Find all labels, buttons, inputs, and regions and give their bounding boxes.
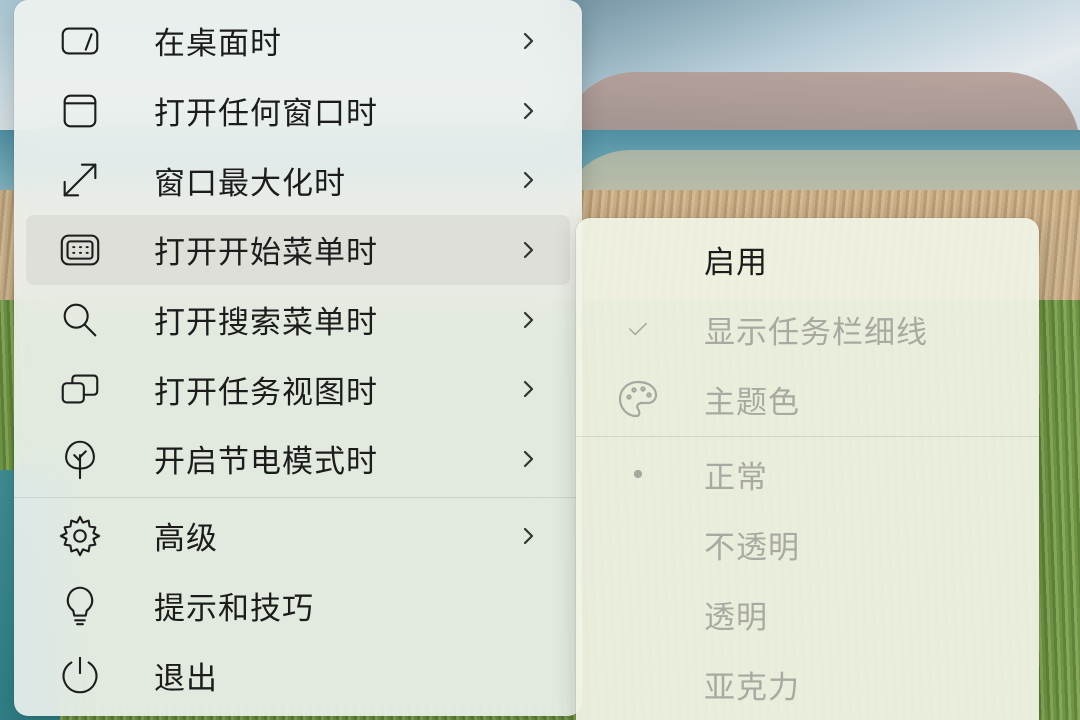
chevron-right-icon: [518, 310, 538, 330]
submenu-item-label: 亚克力: [704, 669, 800, 706]
menu-item-start-menu[interactable]: 打开开始菜单时: [26, 215, 570, 285]
menu-item-label: 在桌面时: [154, 26, 282, 63]
menu-item-label: 高级: [154, 521, 218, 558]
submenu-item-enable[interactable]: 启用: [576, 224, 1039, 294]
menu-item-label: 提示和技巧: [154, 590, 314, 627]
menu-item-label: 打开搜索菜单时: [154, 305, 378, 342]
submenu-item-label: 不透明: [704, 529, 800, 566]
context-menu: 在桌面时 打开任何窗口时 窗口最大化时 打开开始菜单时 打开搜索菜单时 打开任务…: [14, 0, 582, 716]
palette-icon: [616, 377, 660, 421]
submenu-item-label: 显示任务栏细线: [704, 314, 928, 351]
chevron-right-icon: [518, 240, 538, 260]
chevron-right-icon: [518, 526, 538, 546]
menu-item-label: 打开任务视图时: [154, 374, 378, 411]
menu-item-label: 打开任何窗口时: [154, 96, 378, 133]
start-menu-icon: [56, 226, 104, 274]
submenu-item-show-taskbar-line[interactable]: 显示任务栏细线: [576, 294, 1039, 364]
submenu-item-style-opaque[interactable]: 不透明: [576, 509, 1039, 579]
menu-item-any-window[interactable]: 打开任何窗口时: [26, 76, 570, 146]
submenu-item-style-acrylic[interactable]: 亚克力: [576, 649, 1039, 719]
submenu-item-label: 正常: [704, 459, 768, 496]
bullet-icon: [616, 452, 660, 496]
menu-item-label: 窗口最大化时: [154, 165, 346, 202]
checkmark-icon: [616, 307, 660, 351]
lightbulb-icon: [56, 581, 104, 629]
submenu-item-label: 主题色: [704, 384, 800, 421]
task-view-icon: [56, 365, 104, 413]
submenu-item-style-normal[interactable]: 正常: [576, 439, 1039, 509]
power-icon: [56, 651, 104, 699]
chevron-right-icon: [518, 31, 538, 51]
menu-item-energy-saver[interactable]: 开启节电模式时: [26, 424, 570, 494]
menu-item-advanced[interactable]: 高级: [26, 501, 570, 571]
menu-item-task-view[interactable]: 打开任务视图时: [26, 354, 570, 424]
submenu-divider: [576, 436, 1039, 437]
menu-item-on-desktop[interactable]: 在桌面时: [26, 6, 570, 76]
submenu-item-style-transparent[interactable]: 透明: [576, 579, 1039, 649]
maximize-icon: [56, 156, 104, 204]
submenu-item-theme-color[interactable]: 主题色: [576, 364, 1039, 434]
menu-item-label: 打开开始菜单时: [154, 235, 378, 272]
chevron-right-icon: [518, 170, 538, 190]
menu-item-search-menu[interactable]: 打开搜索菜单时: [26, 285, 570, 355]
submenu-item-label: 启用: [704, 244, 768, 281]
desktop-icon: [56, 17, 104, 65]
submenu-item-label: 透明: [704, 599, 768, 636]
search-icon: [56, 296, 104, 344]
menu-item-tips[interactable]: 提示和技巧: [26, 571, 570, 641]
chevron-right-icon: [518, 379, 538, 399]
start-menu-submenu: 启用 显示任务栏细线 主题色 正常 不透明 透明 亚克力: [576, 218, 1039, 720]
menu-item-label: 退出: [154, 660, 218, 697]
chevron-right-icon: [518, 449, 538, 469]
menu-item-label: 开启节电模式时: [154, 444, 378, 481]
leaf-icon: [56, 435, 104, 483]
window-icon: [56, 87, 104, 135]
menu-item-window-maximized[interactable]: 窗口最大化时: [26, 145, 570, 215]
menu-item-exit[interactable]: 退出: [26, 640, 570, 710]
gear-icon: [56, 512, 104, 560]
chevron-right-icon: [518, 101, 538, 121]
menu-divider: [14, 496, 582, 498]
